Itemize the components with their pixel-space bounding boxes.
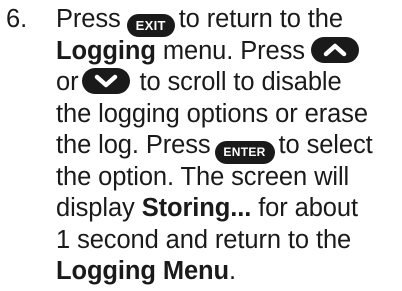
instruction-step: 6. Press EXIT to return to the Logging men…: [0, 0, 402, 291]
line-3: or to scroll to disable: [56, 67, 402, 99]
logging-menu-term: Logging Menu: [56, 257, 230, 285]
text-segment: to return to the: [178, 5, 343, 33]
storing-term: Storing...: [141, 194, 252, 222]
text-segment: to select: [278, 131, 373, 159]
line-2: Logging menu. Press: [56, 36, 402, 68]
text-segment: .: [229, 257, 237, 285]
up-arrow-key-icon: [310, 36, 359, 63]
text-segment: for about: [258, 194, 358, 222]
text-segment: menu. Press: [162, 36, 305, 65]
step-text: Press EXIT to return to the Logging menu. …: [56, 4, 402, 288]
exit-key-icon: EXIT: [126, 14, 175, 37]
text-segment: the log. Press: [56, 131, 211, 159]
enter-key-icon: ENTER: [214, 141, 275, 164]
step-number: 6.: [6, 5, 28, 33]
line-9: Logging Menu.: [56, 256, 402, 288]
line-5: the log. Press ENTER to select: [56, 130, 402, 164]
text-segment: or: [56, 68, 79, 96]
line-1: Press EXIT to return to the: [56, 4, 402, 37]
text-segment: the logging options or erase: [56, 99, 368, 128]
line-7: display Storing... for about: [56, 193, 402, 225]
logging-term: Logging: [56, 36, 156, 65]
text-segment: the option. The screen will: [56, 162, 350, 191]
text-segment: Press: [56, 5, 121, 33]
text-segment: 1 second and return to the: [56, 225, 352, 254]
line-4: the logging options or erase: [56, 99, 402, 131]
down-arrow-key-icon: [82, 68, 131, 94]
line-6: the option. The screen will: [56, 162, 402, 194]
line-8: 1 second and return to the: [56, 225, 402, 257]
text-segment: display: [56, 194, 135, 222]
text-segment: to scroll to disable: [139, 68, 342, 96]
